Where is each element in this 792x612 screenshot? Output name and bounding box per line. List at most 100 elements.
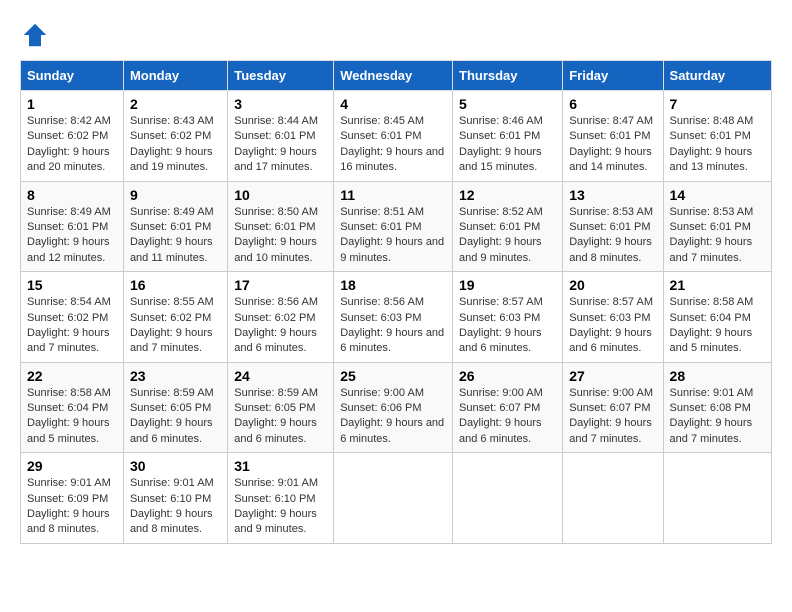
- day-info: Sunrise: 9:01 AMSunset: 6:10 PMDaylight:…: [130, 476, 221, 538]
- day-info: Sunrise: 8:54 AMSunset: 6:02 PMDaylight:…: [27, 295, 117, 357]
- col-header-sunday: Sunday: [21, 61, 124, 91]
- calendar-cell: 11 Sunrise: 8:51 AMSunset: 6:01 PMDayligh…: [334, 181, 453, 272]
- logo: [20, 20, 54, 50]
- day-info: Sunrise: 9:00 AMSunset: 6:07 PMDaylight:…: [569, 386, 656, 448]
- day-info: Sunrise: 8:46 AMSunset: 6:01 PMDaylight:…: [459, 114, 556, 176]
- calendar-cell: 5 Sunrise: 8:46 AMSunset: 6:01 PMDaylight…: [453, 91, 563, 182]
- calendar-cell: 20Sunrise: 8:57 AMSunset: 6:03 PMDayligh…: [563, 272, 663, 363]
- day-info: Sunrise: 9:01 AMSunset: 6:08 PMDaylight:…: [670, 386, 765, 448]
- day-number: 11: [340, 187, 446, 203]
- calendar-cell: 28 Sunrise: 9:01 AMSunset: 6:08 PMDayligh…: [663, 362, 771, 453]
- day-info: Sunrise: 8:56 AMSunset: 6:03 PMDaylight:…: [340, 295, 446, 357]
- day-number: 25: [340, 368, 446, 384]
- day-info: Sunrise: 9:01 AMSunset: 6:09 PMDaylight:…: [27, 476, 117, 538]
- calendar-cell: 2 Sunrise: 8:43 AMSunset: 6:02 PMDaylight…: [123, 91, 227, 182]
- calendar-cell: [334, 453, 453, 544]
- day-info: Sunrise: 8:47 AMSunset: 6:01 PMDaylight:…: [569, 114, 656, 176]
- col-header-friday: Friday: [563, 61, 663, 91]
- calendar-cell: 8 Sunrise: 8:49 AMSunset: 6:01 PMDaylight…: [21, 181, 124, 272]
- calendar-cell: 25 Sunrise: 9:00 AMSunset: 6:06 PMDayligh…: [334, 362, 453, 453]
- day-info: Sunrise: 8:48 AMSunset: 6:01 PMDaylight:…: [670, 114, 765, 176]
- day-info: Sunrise: 8:58 AMSunset: 6:04 PMDaylight:…: [670, 295, 765, 357]
- day-info: Sunrise: 8:50 AMSunset: 6:01 PMDaylight:…: [234, 205, 327, 267]
- day-number: 21: [670, 277, 765, 293]
- day-info: Sunrise: 8:51 AMSunset: 6:01 PMDaylight:…: [340, 205, 446, 267]
- day-info: Sunrise: 9:00 AMSunset: 6:06 PMDaylight:…: [340, 386, 446, 448]
- calendar-cell: 9 Sunrise: 8:49 AMSunset: 6:01 PMDaylight…: [123, 181, 227, 272]
- day-number: 26: [459, 368, 556, 384]
- day-info: Sunrise: 8:55 AMSunset: 6:02 PMDaylight:…: [130, 295, 221, 357]
- calendar-cell: 14 Sunrise: 8:53 AMSunset: 6:01 PMDayligh…: [663, 181, 771, 272]
- calendar-cell: 6 Sunrise: 8:47 AMSunset: 6:01 PMDaylight…: [563, 91, 663, 182]
- day-info: Sunrise: 9:00 AMSunset: 6:07 PMDaylight:…: [459, 386, 556, 448]
- logo-icon: [20, 20, 50, 50]
- day-number: 8: [27, 187, 117, 203]
- calendar-cell: [563, 453, 663, 544]
- calendar-cell: 17Sunrise: 8:56 AMSunset: 6:02 PMDayligh…: [228, 272, 334, 363]
- col-header-monday: Monday: [123, 61, 227, 91]
- day-number: 28: [670, 368, 765, 384]
- day-number: 14: [670, 187, 765, 203]
- calendar-cell: 23Sunrise: 8:59 AMSunset: 6:05 PMDayligh…: [123, 362, 227, 453]
- calendar-cell: 16 Sunrise: 8:55 AMSunset: 6:02 PMDayligh…: [123, 272, 227, 363]
- day-number: 31: [234, 458, 327, 474]
- day-info: Sunrise: 9:01 AMSunset: 6:10 PMDaylight:…: [234, 476, 327, 538]
- calendar-cell: [663, 453, 771, 544]
- day-number: 7: [670, 96, 765, 112]
- calendar-cell: 30 Sunrise: 9:01 AMSunset: 6:10 PMDayligh…: [123, 453, 227, 544]
- day-info: Sunrise: 8:58 AMSunset: 6:04 PMDaylight:…: [27, 386, 117, 448]
- col-header-tuesday: Tuesday: [228, 61, 334, 91]
- calendar-cell: [453, 453, 563, 544]
- day-number: 16: [130, 277, 221, 293]
- day-number: 20: [569, 277, 656, 293]
- page-header: [20, 20, 772, 50]
- day-number: 5: [459, 96, 556, 112]
- day-number: 29: [27, 458, 117, 474]
- day-number: 9: [130, 187, 221, 203]
- day-number: 19: [459, 277, 556, 293]
- day-number: 30: [130, 458, 221, 474]
- day-number: 15: [27, 277, 117, 293]
- day-number: 24: [234, 368, 327, 384]
- calendar-cell: 3 Sunrise: 8:44 AMSunset: 6:01 PMDaylight…: [228, 91, 334, 182]
- day-number: 3: [234, 96, 327, 112]
- day-info: Sunrise: 8:53 AMSunset: 6:01 PMDaylight:…: [670, 205, 765, 267]
- col-header-saturday: Saturday: [663, 61, 771, 91]
- day-number: 27: [569, 368, 656, 384]
- day-info: Sunrise: 8:42 AMSunset: 6:02 PMDaylight:…: [27, 114, 117, 176]
- day-info: Sunrise: 8:49 AMSunset: 6:01 PMDaylight:…: [27, 205, 117, 267]
- calendar-cell: 12Sunrise: 8:52 AMSunset: 6:01 PMDayligh…: [453, 181, 563, 272]
- day-info: Sunrise: 8:44 AMSunset: 6:01 PMDaylight:…: [234, 114, 327, 176]
- calendar-cell: 31 Sunrise: 9:01 AMSunset: 6:10 PMDayligh…: [228, 453, 334, 544]
- calendar-cell: 1Sunrise: 8:42 AMSunset: 6:02 PMDaylight…: [21, 91, 124, 182]
- calendar-cell: 22Sunrise: 8:58 AMSunset: 6:04 PMDayligh…: [21, 362, 124, 453]
- calendar-cell: 10Sunrise: 8:50 AMSunset: 6:01 PMDayligh…: [228, 181, 334, 272]
- calendar-cell: 13Sunrise: 8:53 AMSunset: 6:01 PMDayligh…: [563, 181, 663, 272]
- day-info: Sunrise: 8:45 AMSunset: 6:01 PMDaylight:…: [340, 114, 446, 176]
- week-row-4: 22Sunrise: 8:58 AMSunset: 6:04 PMDayligh…: [21, 362, 772, 453]
- calendar-cell: 15 Sunrise: 8:54 AMSunset: 6:02 PMDayligh…: [21, 272, 124, 363]
- col-header-wednesday: Wednesday: [334, 61, 453, 91]
- day-number: 2: [130, 96, 221, 112]
- calendar-header-row: SundayMondayTuesdayWednesdayThursdayFrid…: [21, 61, 772, 91]
- day-number: 17: [234, 277, 327, 293]
- day-number: 13: [569, 187, 656, 203]
- day-number: 12: [459, 187, 556, 203]
- calendar-cell: 24 Sunrise: 8:59 AMSunset: 6:05 PMDayligh…: [228, 362, 334, 453]
- day-info: Sunrise: 8:57 AMSunset: 6:03 PMDaylight:…: [459, 295, 556, 357]
- calendar-cell: 19 Sunrise: 8:57 AMSunset: 6:03 PMDayligh…: [453, 272, 563, 363]
- calendar-cell: 7 Sunrise: 8:48 AMSunset: 6:01 PMDaylight…: [663, 91, 771, 182]
- calendar-cell: 26 Sunrise: 9:00 AMSunset: 6:07 PMDayligh…: [453, 362, 563, 453]
- day-number: 18: [340, 277, 446, 293]
- week-row-2: 8 Sunrise: 8:49 AMSunset: 6:01 PMDaylight…: [21, 181, 772, 272]
- day-info: Sunrise: 8:43 AMSunset: 6:02 PMDaylight:…: [130, 114, 221, 176]
- day-info: Sunrise: 8:59 AMSunset: 6:05 PMDaylight:…: [234, 386, 327, 448]
- day-number: 4: [340, 96, 446, 112]
- week-row-3: 15 Sunrise: 8:54 AMSunset: 6:02 PMDayligh…: [21, 272, 772, 363]
- day-number: 6: [569, 96, 656, 112]
- calendar-cell: 29 Sunrise: 9:01 AMSunset: 6:09 PMDayligh…: [21, 453, 124, 544]
- day-info: Sunrise: 8:49 AMSunset: 6:01 PMDaylight:…: [130, 205, 221, 267]
- calendar-cell: 21 Sunrise: 8:58 AMSunset: 6:04 PMDayligh…: [663, 272, 771, 363]
- day-info: Sunrise: 8:59 AMSunset: 6:05 PMDaylight:…: [130, 386, 221, 448]
- week-row-1: 1Sunrise: 8:42 AMSunset: 6:02 PMDaylight…: [21, 91, 772, 182]
